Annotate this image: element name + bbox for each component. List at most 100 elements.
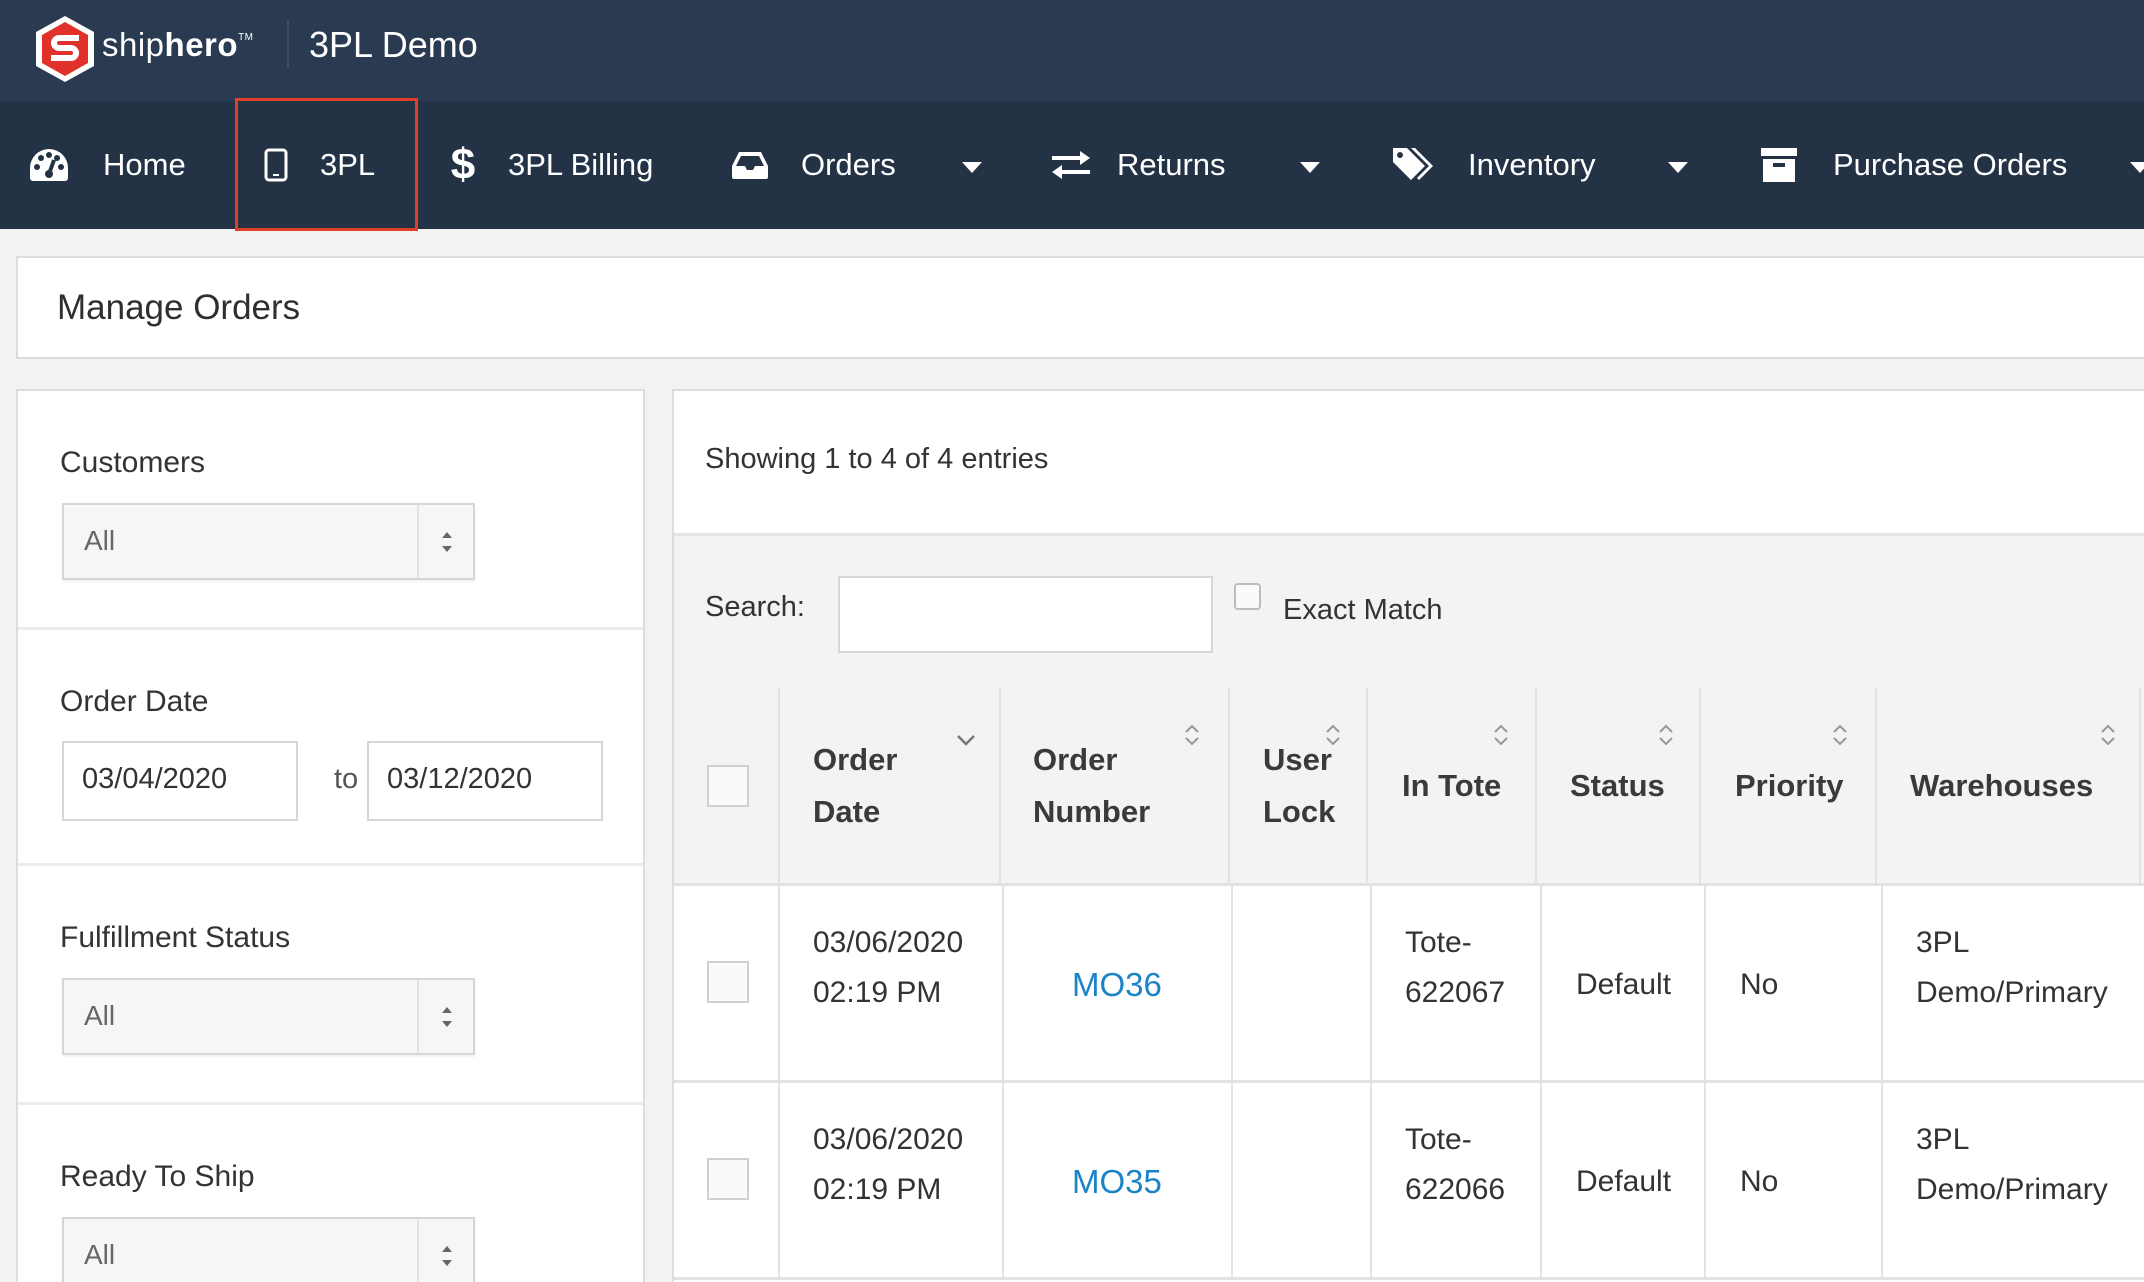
fulfillment-status-select-value: All [84, 1000, 116, 1031]
row-checkbox[interactable] [707, 1158, 749, 1200]
fulfillment-status-select[interactable]: All [62, 978, 475, 1055]
archive-icon [1760, 147, 1798, 183]
cell-warehouses: 3PL Demo/Primary [1916, 918, 2108, 1018]
brand-trademark: TM [238, 32, 254, 43]
exact-match-checkbox[interactable] [1234, 583, 1261, 610]
table-row[interactable]: 03/06/2020 02:19 PM MO36 Tote- 622067 De… [674, 886, 2144, 1083]
updown-arrows-icon [442, 1246, 452, 1266]
brand-name-bold: hero [164, 26, 239, 63]
fulfillment-status-label: Fulfillment Status [60, 921, 291, 954]
cell-tote-line2: 622066 [1405, 1173, 1506, 1206]
order-date-to-input[interactable]: 03/12/2020 [367, 741, 603, 821]
brand-name-light: ship [102, 26, 165, 63]
top-divider [287, 20, 289, 68]
col-order-date-line2: Date [813, 794, 881, 829]
customers-select-value: All [84, 525, 116, 556]
order-number-link[interactable]: MO36 [1072, 960, 1162, 1010]
nav-purchase-orders[interactable]: Purchase Orders [1760, 101, 2067, 229]
shiphero-logo-icon[interactable] [32, 14, 98, 84]
orders-panel: Showing 1 to 4 of 4 entries Search: Exac… [672, 389, 2144, 1282]
column-divider [1231, 886, 1233, 1083]
column-divider [1540, 1083, 1542, 1280]
col-order-number-line2: Number [1033, 794, 1151, 829]
column-divider [778, 1083, 780, 1280]
sort-icon[interactable] [1183, 722, 1201, 748]
order-number-link[interactable]: MO35 [1072, 1157, 1162, 1207]
search-bar: Search: Exact Match [674, 536, 2144, 688]
sort-icon[interactable] [1657, 722, 1675, 748]
cell-tote-line1: Tote- [1405, 926, 1472, 959]
ready-to-ship-select-value: All [84, 1239, 116, 1270]
sort-icon[interactable] [1492, 722, 1510, 748]
ready-to-ship-select[interactable]: All [62, 1217, 475, 1282]
returns-chevron-down-icon[interactable] [1300, 162, 1320, 173]
search-label: Search: [705, 591, 805, 623]
nav-3pl-label: 3PL [320, 147, 376, 182]
tablet-icon [263, 148, 289, 182]
nav-returns-label: Returns [1117, 147, 1226, 182]
orders-chevron-down-icon[interactable] [962, 162, 982, 173]
column-divider [1370, 886, 1372, 1083]
cell-order-date: 03/06/2020 02:19 PM [813, 1115, 963, 1215]
dollar-icon: $ [450, 140, 476, 189]
cell-warehouse-line1: 3PL [1916, 1123, 1970, 1156]
inventory-chevron-down-icon[interactable] [1668, 162, 1688, 173]
select-divider [417, 1219, 419, 1282]
column-divider [1002, 1083, 1004, 1280]
tags-icon [1391, 146, 1437, 184]
customers-select[interactable]: All [62, 503, 475, 580]
search-input[interactable] [838, 576, 1213, 653]
cell-priority: No [1740, 968, 1779, 1001]
col-user-lock-line2: Lock [1263, 794, 1336, 829]
nav-returns[interactable]: Returns [1050, 101, 1226, 229]
filter-divider [18, 863, 643, 866]
column-divider [1366, 688, 1368, 886]
nav-home[interactable]: Home [26, 101, 186, 229]
col-order-date[interactable]: Order Date [813, 734, 897, 838]
col-user-lock[interactable]: User Lock [1263, 734, 1335, 838]
cell-warehouse-line2: Demo/Primary [1916, 1173, 2108, 1206]
table-row[interactable]: 03/06/2020 02:19 PM MO35 Tote- 622066 De… [674, 1083, 2144, 1280]
purchase-orders-chevron-down-icon[interactable] [2130, 162, 2144, 173]
nav-inventory-label: Inventory [1468, 147, 1596, 182]
filter-divider [18, 1102, 643, 1105]
column-divider [1875, 688, 1877, 886]
sort-icon[interactable] [1831, 722, 1849, 748]
column-divider [1881, 886, 1883, 1083]
cell-warehouses: 3PL Demo/Primary [1916, 1115, 2108, 1215]
col-priority[interactable]: Priority [1735, 760, 1844, 812]
order-date-label: Order Date [60, 685, 209, 718]
nav-3pl[interactable]: 3PL [263, 101, 375, 229]
brand-name[interactable]: shipheroTM [102, 26, 254, 64]
main-nav: Home 3PL $ 3PL Billing Orders Returns In… [0, 101, 2144, 229]
col-in-tote[interactable]: In Tote [1402, 760, 1501, 812]
order-date-from-input[interactable]: 03/04/2020 [62, 741, 298, 821]
nav-purchase-orders-label: Purchase Orders [1833, 147, 2068, 182]
cell-status: Default [1576, 1165, 1672, 1198]
table-header: Order Date Order Number User Lock In Tot… [674, 688, 2144, 886]
nav-inventory[interactable]: Inventory [1391, 101, 1596, 229]
updown-arrows-icon [442, 532, 452, 552]
table-info: Showing 1 to 4 of 4 entries [705, 443, 1049, 475]
select-all-checkbox[interactable] [707, 765, 749, 807]
row-checkbox[interactable] [707, 961, 749, 1003]
sort-desc-chevron-icon[interactable] [955, 733, 977, 747]
order-date-to-label: to [334, 763, 359, 795]
nav-home-label: Home [103, 147, 186, 182]
exchange-icon [1050, 150, 1092, 180]
nav-3pl-billing[interactable]: $ 3PL Billing [450, 101, 654, 229]
column-divider [1540, 886, 1542, 1083]
column-divider [778, 688, 780, 886]
nav-orders[interactable]: Orders [731, 101, 896, 229]
cell-in-tote: Tote- 622067 [1405, 918, 1505, 1018]
col-warehouses[interactable]: Warehouses [1910, 760, 2093, 812]
cell-time: 02:19 PM [813, 1173, 942, 1206]
sort-icon[interactable] [1324, 722, 1342, 748]
column-divider [2139, 688, 2141, 886]
cell-time: 02:19 PM [813, 976, 942, 1009]
column-divider [1231, 1083, 1233, 1280]
col-status[interactable]: Status [1570, 760, 1665, 812]
sort-icon[interactable] [2099, 722, 2117, 748]
col-order-number-line1: Order [1033, 742, 1118, 777]
col-order-number[interactable]: Order Number [1033, 734, 1150, 838]
